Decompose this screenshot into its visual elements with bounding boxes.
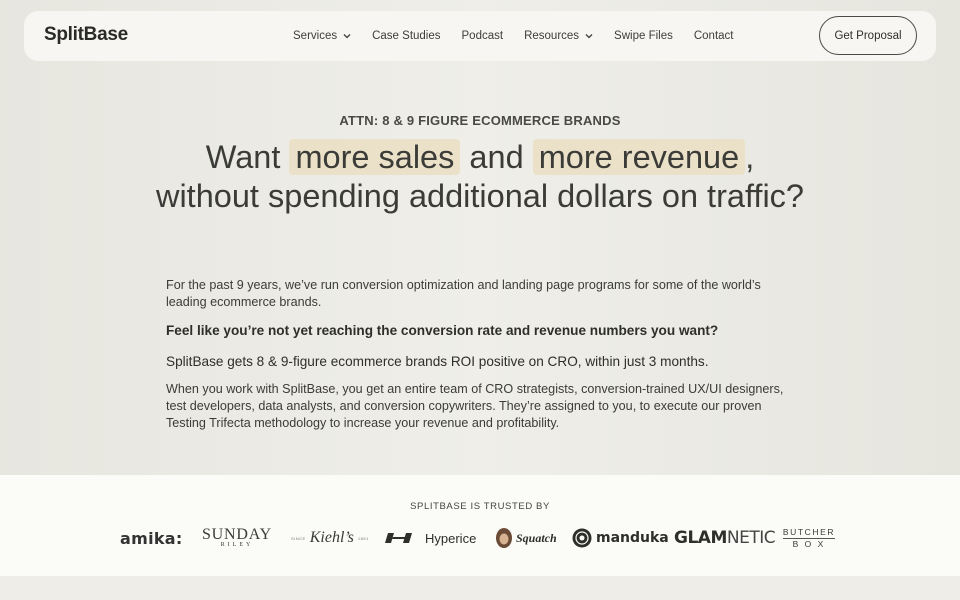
headline-text: and <box>460 139 533 175</box>
chevron-down-icon <box>585 34 593 39</box>
hyperice-logo-text: Hyperice <box>425 530 477 546</box>
nav-item-label: Podcast <box>461 30 504 42</box>
headline-text: Want <box>205 139 290 175</box>
hero-headline: Want more sales and more revenue, withou… <box>150 138 810 216</box>
manduka-logo: manduka <box>572 523 669 553</box>
kiehls-logo: SINCE Kiehl’s 1851 <box>291 523 371 553</box>
nav-item-label: Swipe Files <box>614 30 673 42</box>
hero-question: Feel like you’re not yet reaching the co… <box>166 323 719 338</box>
manduka-logo-text: manduka <box>596 530 669 546</box>
kiehls-since-text: SINCE <box>291 535 306 541</box>
glamnetic-logo-light: NETIC <box>726 528 776 548</box>
amika-logo-text: amika: <box>120 528 183 548</box>
hero-eyebrow: ATTN: 8 & 9 FIGURE ECOMMERCE BRANDS <box>339 113 621 128</box>
kiehls-year-text: 1851 <box>357 535 369 541</box>
client-logos: amika: SUNDAY RILEY SINCE Kiehl’s 1851 H… <box>0 523 960 553</box>
squatch-logo-text: Squatch <box>516 530 557 545</box>
trusted-by-section: SPLITBASE IS TRUSTED BY amika: SUNDAY RI… <box>0 475 960 576</box>
headline-highlight: more revenue <box>532 139 746 175</box>
glamnetic-logo: GLAM NETIC <box>674 523 776 553</box>
manduka-mark-icon <box>572 528 592 548</box>
hero-description: When you work with SplitBase, you get an… <box>166 382 784 430</box>
get-proposal-button[interactable]: Get Proposal <box>819 16 917 55</box>
nav-item-label: Services <box>293 30 338 42</box>
nav-item-swipe-files[interactable]: Swipe Files <box>614 30 673 42</box>
nav-item-label: Case Studies <box>372 30 441 42</box>
nav-item-contact[interactable]: Contact <box>694 30 734 42</box>
butcherbox-logo-top: BUTCHER <box>782 526 836 539</box>
amika-logo: amika: <box>120 523 183 553</box>
nav-item-services[interactable]: Services <box>293 30 351 42</box>
hyperice-logo: Hyperice <box>385 523 476 553</box>
nav-menu: Services Case Studies Podcast Resources … <box>293 11 755 61</box>
hyperice-mark-icon <box>385 533 412 543</box>
nav-item-case-studies[interactable]: Case Studies <box>372 30 440 42</box>
headline-highlight: more sales <box>289 139 461 175</box>
nav-item-podcast[interactable]: Podcast <box>462 30 504 42</box>
next-section-edge <box>0 576 960 600</box>
glamnetic-logo-bold: GLAM <box>674 528 727 548</box>
butcherbox-logo: BUTCHER B O X <box>778 523 840 553</box>
sunday-riley-logo: SUNDAY RILEY <box>199 523 275 553</box>
butcherbox-logo-bottom: B O X <box>792 538 826 549</box>
squatch-logo: Squatch <box>495 523 557 553</box>
site-logo[interactable]: SplitBase <box>44 24 128 46</box>
nav-item-label: Resources <box>524 30 580 42</box>
chevron-down-icon <box>343 34 351 39</box>
hero-intro-paragraph: For the past 9 years, we’ve run conversi… <box>166 278 761 309</box>
kiehls-logo-text: Kiehl’s <box>309 529 354 546</box>
top-navbar: SplitBase Services Case Studies Podcast … <box>24 11 936 61</box>
nav-item-resources[interactable]: Resources <box>524 30 593 42</box>
sunday-riley-logo-subtext: RILEY <box>220 542 254 548</box>
nav-item-label: Contact <box>693 30 734 42</box>
trusted-by-title: SPLITBASE IS TRUSTED BY <box>410 501 550 512</box>
hero-value-prop: SplitBase gets 8 & 9-figure ecommerce br… <box>166 354 709 369</box>
sunday-riley-logo-text: SUNDAY <box>201 526 272 543</box>
squatch-mascot-icon <box>496 528 512 548</box>
